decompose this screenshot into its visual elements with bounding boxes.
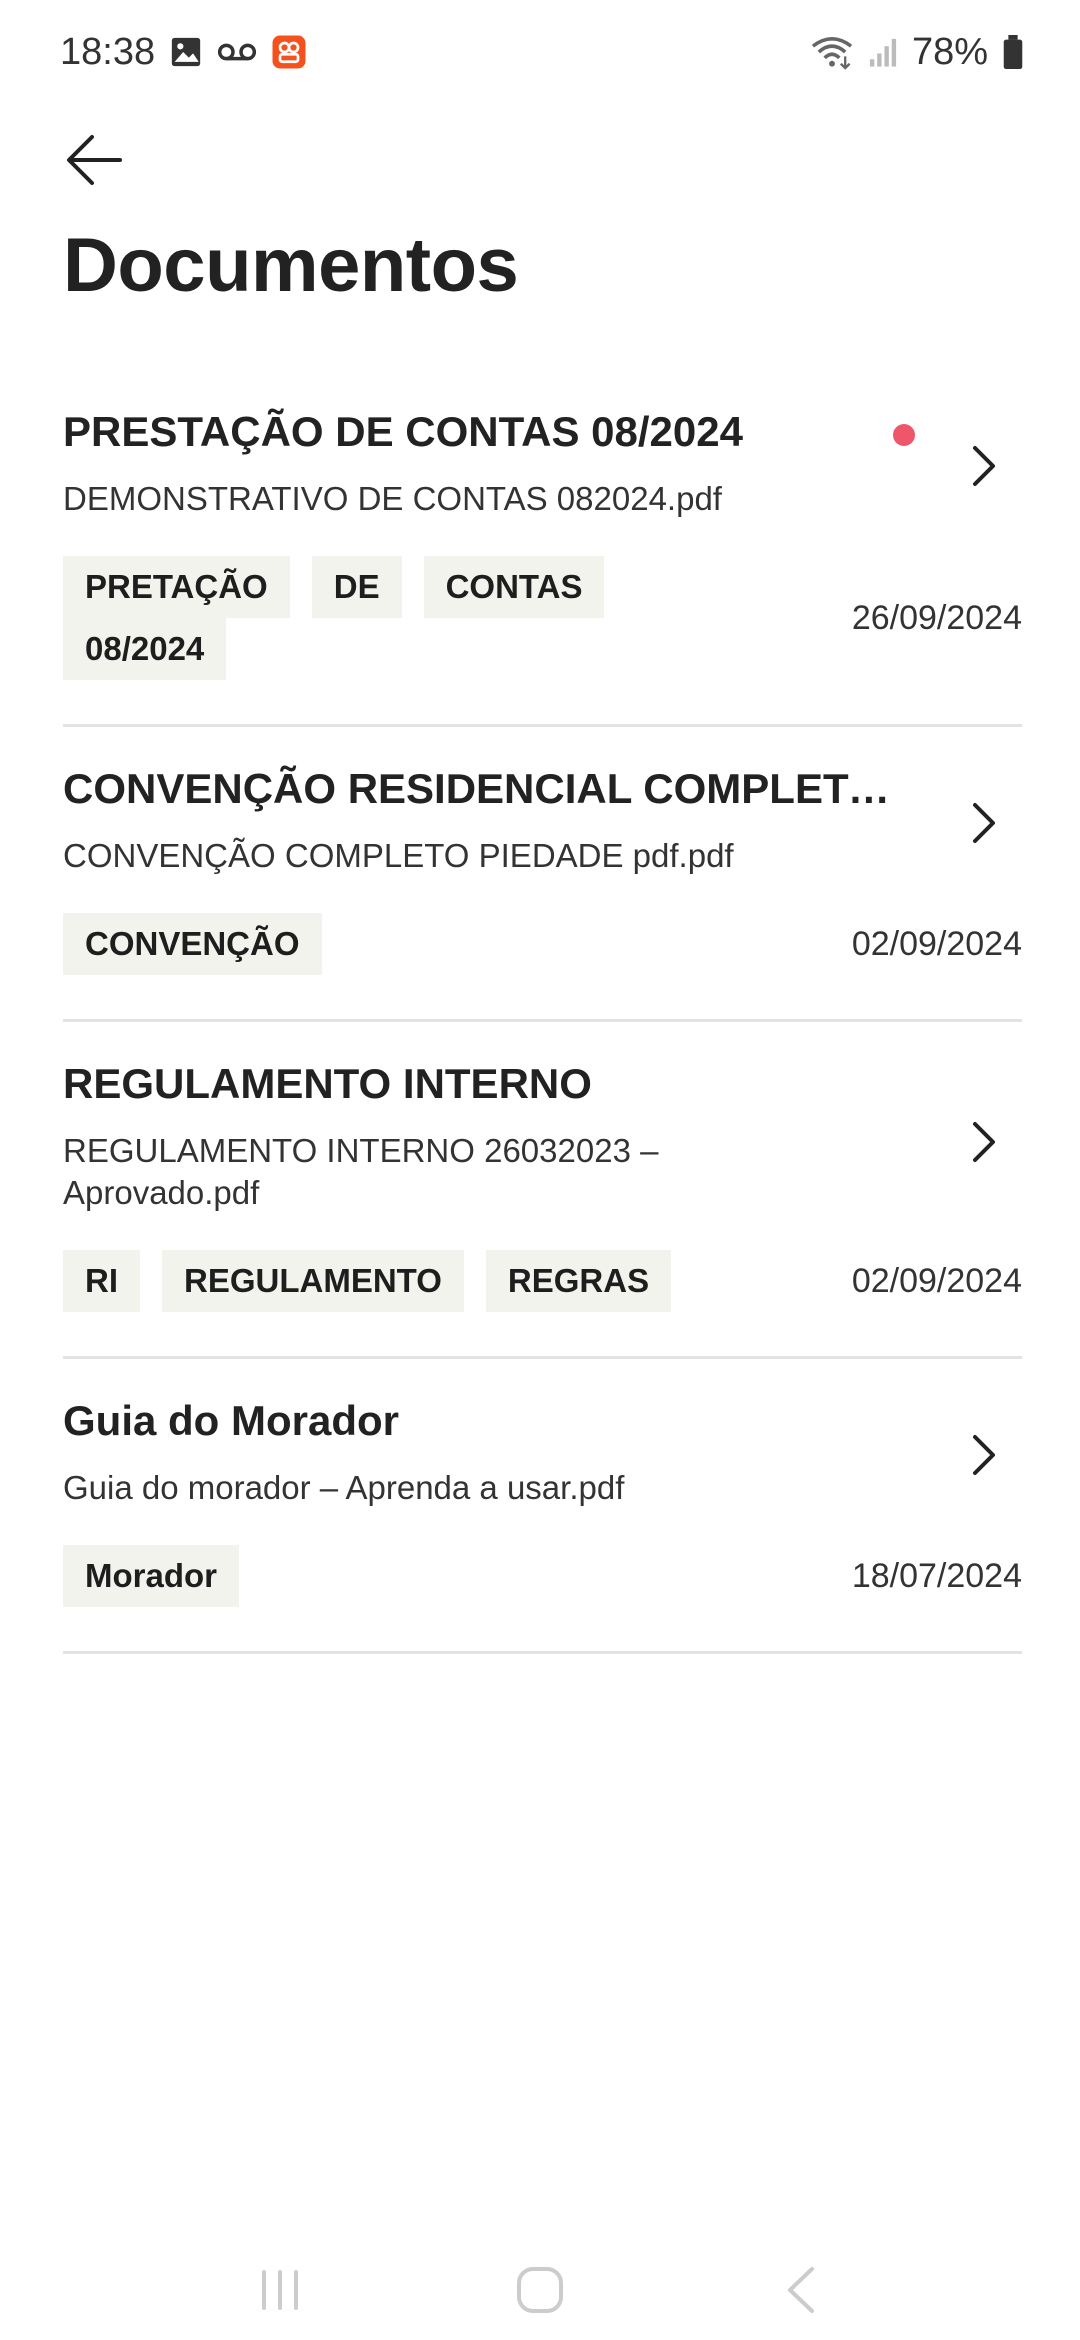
battery-icon [1002, 35, 1024, 69]
document-file-name: DEMONSTRATIVO DE CONTAS 082024.pdf [63, 480, 722, 517]
chevron-right-icon[interactable] [958, 440, 1010, 492]
document-item-guia-do-morador[interactable]: Guia do Morador Guia do morador – Aprend… [63, 1359, 1022, 1654]
arrow-left-icon [67, 135, 122, 185]
tag-list: Morador [63, 1545, 703, 1607]
battery-percent: 78% [911, 30, 988, 73]
tag: DE [311, 556, 402, 618]
home-button[interactable] [480, 2250, 600, 2330]
voicemail-icon [217, 40, 257, 64]
recent-apps-icon [262, 2270, 298, 2310]
tag-list: PRETAÇÃO DE CONTAS 08/2024 [63, 556, 703, 680]
tag-list: CONVENÇÃO [63, 913, 703, 975]
document-date: 02/09/2024 [851, 1261, 1022, 1300]
document-list: PRESTAÇÃO DE CONTAS 08/2024 DEMONSTRATIV… [63, 370, 1022, 1654]
home-icon [517, 2267, 563, 2313]
recent-apps-button[interactable] [220, 2250, 340, 2330]
document-title: REGULAMENTO INTERNO [63, 1060, 592, 1107]
status-time: 18:38 [60, 30, 156, 73]
document-date: 02/09/2024 [851, 924, 1022, 963]
tag: RI [63, 1250, 140, 1312]
signal-icon [868, 36, 898, 68]
page-title: Documentos [63, 223, 519, 308]
tag: REGRAS [485, 1250, 672, 1312]
document-file-name: REGULAMENTO INTERNO 26032023 – Aprovado.… [63, 1132, 659, 1211]
unread-indicator [893, 424, 915, 446]
document-title: CONVENÇÃO RESIDENCIAL COMPLETO PIEDADE [63, 765, 903, 812]
document-title: PRESTAÇÃO DE CONTAS 08/2024 [63, 408, 743, 455]
document-file-name: CONVENÇÃO COMPLETO PIEDADE pdf.pdf [63, 837, 734, 874]
tag: PRETAÇÃO [63, 556, 290, 618]
tag: CONTAS [423, 556, 605, 618]
document-item-regulamento-interno[interactable]: REGULAMENTO INTERNO REGULAMENTO INTERNO … [63, 1022, 1022, 1359]
system-back-button[interactable] [740, 2250, 860, 2330]
document-meta: CONVENÇÃO 02/09/2024 [63, 913, 1022, 975]
image-icon [169, 35, 203, 69]
tag: CONVENÇÃO [63, 913, 322, 975]
document-item-convencao[interactable]: CONVENÇÃO RESIDENCIAL COMPLETO PIEDADE C… [63, 727, 1022, 1022]
document-item-prestacao-de-contas[interactable]: PRESTAÇÃO DE CONTAS 08/2024 DEMONSTRATIV… [63, 370, 1022, 727]
status-bar: 18:38 78% [0, 0, 1080, 104]
document-title: Guia do Morador [63, 1397, 399, 1444]
chevron-right-icon[interactable] [958, 797, 1010, 849]
chevron-right-icon[interactable] [958, 1116, 1010, 1168]
document-date: 18/07/2024 [851, 1556, 1022, 1595]
tag-list: RI REGULAMENTO REGRAS [63, 1250, 703, 1312]
back-button[interactable] [52, 118, 136, 202]
document-file-name: Guia do morador – Aprenda a usar.pdf [63, 1469, 625, 1506]
system-nav-bar [0, 2240, 1080, 2340]
document-meta: RI REGULAMENTO REGRAS 02/09/2024 [63, 1250, 1022, 1312]
document-meta: PRETAÇÃO DE CONTAS 08/2024 26/09/2024 [63, 556, 1022, 680]
tag: REGULAMENTO [162, 1250, 464, 1312]
status-bar-right: 78% [810, 31, 1024, 74]
document-meta: Morador 18/07/2024 [63, 1545, 1022, 1607]
document-date: 26/09/2024 [851, 598, 1022, 637]
system-back-icon [788, 2267, 814, 2313]
status-bar-left: 18:38 [60, 31, 307, 74]
chevron-right-icon[interactable] [958, 1429, 1010, 1481]
tag: 08/2024 [63, 618, 227, 680]
app-notification-icon [271, 34, 307, 70]
tag: Morador [63, 1545, 239, 1607]
wifi-icon [810, 34, 854, 70]
